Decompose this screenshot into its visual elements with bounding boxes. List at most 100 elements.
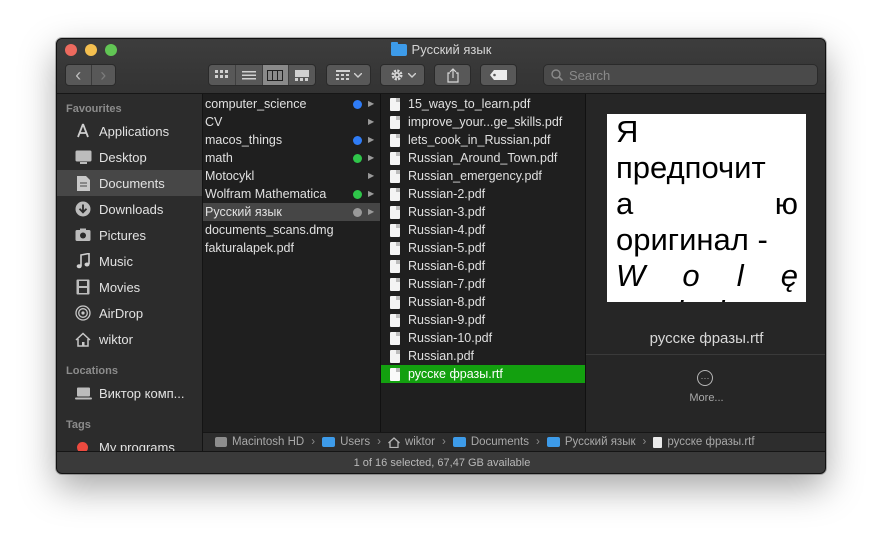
window-title: Русский язык (57, 41, 825, 57)
column-view-button[interactable] (261, 65, 289, 85)
sidebar-item-movies[interactable]: Movies (57, 274, 202, 300)
file-row-selected[interactable]: русске фразы.rtf (381, 365, 585, 383)
sidebar-item-downloads[interactable]: Downloads (57, 196, 202, 222)
group-icon (335, 69, 350, 80)
gear-icon (390, 69, 403, 81)
folder-row-russian[interactable]: Русский язык ▶ (203, 203, 380, 221)
pdf-file-icon (390, 133, 400, 147)
file-row[interactable]: Russian-4.pdf (381, 221, 585, 239)
folder-row-wolfram-mathematica[interactable]: Wolfram Mathematica ▶ (203, 185, 380, 203)
tag-button[interactable] (480, 64, 517, 86)
thumbnail-word: ę (780, 258, 798, 293)
row-name: Russian-2.pdf (408, 187, 486, 201)
hard-drive-icon (215, 437, 227, 447)
action-menu-button[interactable] (380, 64, 425, 86)
path-item-file[interactable]: русске фразы.rtf (667, 436, 754, 448)
row-name: русске фразы.rtf (408, 367, 503, 381)
row-name: CV (205, 115, 223, 129)
folder-row-computer-science[interactable]: computer_science ▶ (203, 95, 380, 113)
file-row[interactable]: Russian-2.pdf (381, 185, 585, 203)
file-row[interactable]: Russian.pdf (381, 347, 585, 365)
downloads-icon (74, 200, 92, 218)
pdf-file-icon (390, 241, 400, 255)
row-name: Russian_emergency.pdf (408, 169, 542, 183)
back-button[interactable]: ‹ (66, 65, 91, 85)
file-row[interactable]: Russian-6.pdf (381, 257, 585, 275)
sidebar-item-label: My programs (99, 439, 175, 452)
search-input[interactable] (569, 67, 799, 83)
file-row[interactable]: Russian-8.pdf (381, 293, 585, 311)
pdf-file-icon (390, 97, 400, 111)
row-name: Russian.pdf (408, 349, 475, 363)
folder-row-macos-things[interactable]: macos_things ▶ (203, 131, 380, 149)
path-item-wiktor[interactable]: wiktor (405, 436, 435, 448)
list-view-button[interactable] (234, 65, 262, 85)
file-row-documents-scans[interactable]: documents_scans.dmg (203, 221, 380, 239)
path-item-documents[interactable]: Documents (471, 436, 529, 448)
thumbnail-text-line: предпочит (616, 150, 766, 185)
disclosure-arrow-icon: ▶ (368, 117, 375, 126)
file-row[interactable]: Russian_Around_Town.pdf (381, 149, 585, 167)
sidebar-section-locations: Locations (66, 365, 118, 377)
file-row[interactable]: improve_your...ge_skills.pdf (381, 113, 585, 131)
path-separator-icon: › (535, 436, 540, 448)
computer-icon (74, 384, 92, 402)
sidebar-item-desktop[interactable]: Desktop (57, 144, 202, 170)
sidebar-item-wiktor[interactable]: wiktor (57, 326, 202, 352)
forward-button[interactable]: › (90, 65, 116, 85)
file-row[interactable]: Russian-7.pdf (381, 275, 585, 293)
folder-row-cv[interactable]: CV ▶ (203, 113, 380, 131)
row-name: fakturalapek.pdf (205, 241, 294, 255)
sidebar-item-airdrop[interactable]: AirDrop (57, 300, 202, 326)
share-button[interactable] (434, 64, 471, 86)
folder-row-motocykl[interactable]: Motocykl ▶ (203, 167, 380, 185)
sidebar-item-computer[interactable]: Виктор комп... (57, 380, 202, 406)
file-row[interactable]: Russian-5.pdf (381, 239, 585, 257)
file-row[interactable]: 15_ways_to_learn.pdf (381, 95, 585, 113)
preview-file-name: русске фразы.rtf (649, 330, 764, 347)
finder-window: Русский язык ‹ › Search Favourites Appli… (56, 38, 826, 474)
sidebar-item-label: Desktop (99, 149, 147, 165)
path-item-macintosh-hd[interactable]: Macintosh HD (232, 436, 304, 448)
group-by-button[interactable] (326, 64, 371, 86)
file-row[interactable]: Russian-9.pdf (381, 311, 585, 329)
row-name: computer_science (205, 97, 307, 111)
file-icon (653, 436, 663, 448)
more-icon[interactable]: ··· (697, 370, 713, 386)
row-name: lets_cook_in_Russian.pdf (408, 133, 551, 147)
sidebar-item-label: Movies (99, 279, 141, 295)
folder-icon (390, 41, 407, 56)
thumbnail-word: а (616, 186, 634, 221)
document-thumbnail[interactable]: Я предпочит а ю оригинал - W o l ę orygi… (607, 114, 806, 302)
tag-icon (489, 70, 507, 80)
path-item-users[interactable]: Users (340, 436, 370, 448)
pdf-file-icon (390, 151, 400, 165)
column-view-icon (267, 69, 284, 81)
sidebar-section-favourites: Favourites (66, 103, 122, 115)
file-row[interactable]: Russian-10.pdf (381, 329, 585, 347)
gallery-view-button[interactable] (288, 65, 315, 85)
file-row-fakturalapek[interactable]: fakturalapek.pdf (203, 239, 380, 257)
status-bar: 1 of 16 selected, 67,47 GB available (57, 451, 825, 473)
sidebar-item-applications[interactable]: Applications (57, 118, 202, 144)
file-row[interactable]: Russian_emergency.pdf (381, 167, 585, 185)
home-icon (74, 330, 92, 348)
path-item-russian[interactable]: Русский язык (565, 436, 636, 448)
icon-view-button[interactable] (209, 65, 235, 85)
sidebar-item-pictures[interactable]: Pictures (57, 222, 202, 248)
file-row[interactable]: lets_cook_in_Russian.pdf (381, 131, 585, 149)
tag-color-dot (353, 207, 362, 217)
file-row[interactable]: Russian-3.pdf (381, 203, 585, 221)
sidebar-item-documents[interactable]: Documents (57, 170, 202, 196)
row-name: Русский язык (205, 205, 282, 219)
folder-row-math[interactable]: math ▶ (203, 149, 380, 167)
row-name: improve_your...ge_skills.pdf (408, 115, 563, 129)
search-field[interactable] (543, 64, 818, 86)
sidebar-item-music[interactable]: Music (57, 248, 202, 274)
pdf-file-icon (390, 331, 400, 345)
sidebar-item-tag-my-programs[interactable]: My programs (57, 434, 202, 451)
folder-icon (322, 437, 336, 447)
row-name: Russian-7.pdf (408, 277, 486, 291)
more-button[interactable]: More... (586, 392, 825, 404)
path-separator-icon: › (642, 436, 647, 448)
